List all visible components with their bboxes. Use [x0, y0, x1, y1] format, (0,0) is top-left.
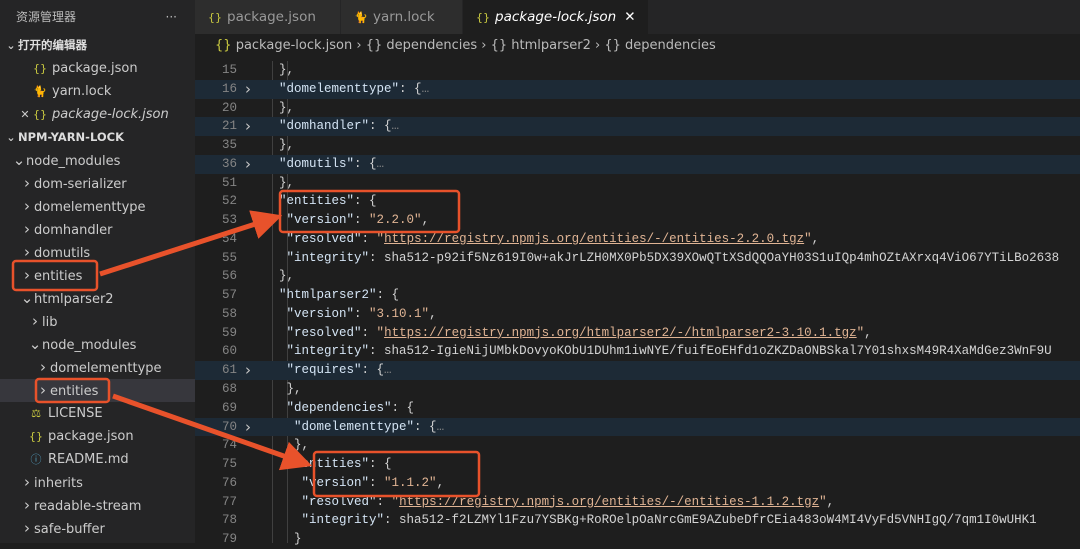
annotation-overlay: [11, 189, 481, 498]
highlight-box-tree-entities: [11, 259, 99, 292]
arrow-icon: [112, 393, 313, 471]
arrow-icon: [99, 210, 283, 277]
highlight-box-entities-2: [278, 189, 461, 234]
highlight-box-tree-nested-entities: [34, 377, 111, 404]
highlight-box-entities-1: [312, 450, 481, 498]
